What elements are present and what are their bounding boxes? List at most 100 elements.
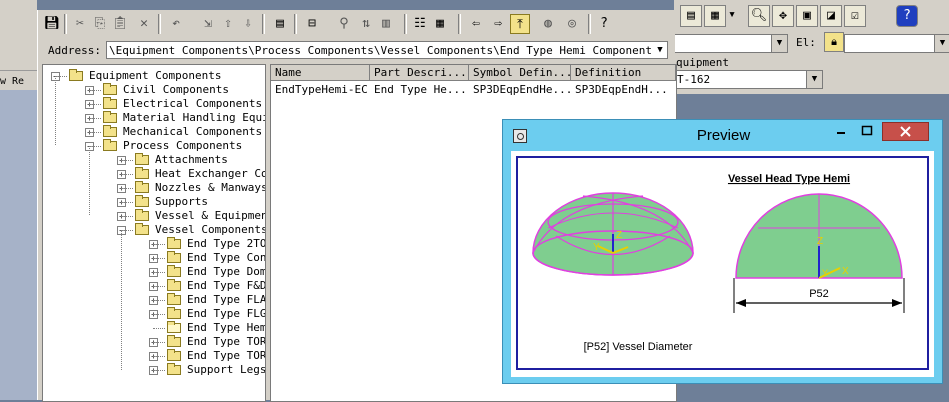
help-icon[interactable]: ? [896,5,918,27]
lock-icon[interactable]: 🔒︎ [824,32,844,52]
preview-caption: [P52] Vessel Diameter [584,341,693,353]
maximize-button[interactable] [854,122,880,141]
tree-item-label: Electrical Components [123,97,263,110]
import-icon[interactable]: ⇲ [198,14,218,34]
chevron-down-icon: ▼ [806,71,822,88]
tree-item-label: End Type FLA [187,293,266,306]
table-cell[interactable]: SP3DEqpEndHe... [469,83,571,97]
tree-connector [153,286,165,287]
folder-icon [167,265,181,277]
preview-frame: Z Y Vessel Head Type Hemi Z X Y P52 [P52… [516,156,929,370]
background-combo-2[interactable]: ▼ [844,34,949,53]
sort-icon[interactable]: ⇅ [356,14,376,34]
check-icon[interactable]: ☑ [844,5,866,27]
tree-connector [121,174,133,175]
background-toolbar-right: ▤ ▦ ▾ 🔍︎ ✥ ▣ ◪ ☑ ? [674,0,949,30]
column-header[interactable]: Part Descri... [370,65,469,81]
background-canvas-left [0,90,37,400]
tree-connector [121,230,122,370]
details-icon[interactable]: ☷ [410,14,430,34]
chevron-down-icon: ▼ [771,35,787,52]
zoom-icon[interactable]: 🔍︎ [748,5,770,27]
forward-icon[interactable]: ⇨ [488,14,508,34]
folder-icon [167,279,181,291]
column-header[interactable]: Definition [571,65,676,81]
folder-icon [135,167,149,179]
undo-icon[interactable]: ↶ [166,14,186,34]
table-cell[interactable]: SP3DEqpEndH... [571,83,676,97]
tree-connector [55,76,67,77]
folder-icon [135,153,149,165]
axis-x-label: X [842,266,849,277]
table-cell[interactable]: EndTypeHemi-EC [271,83,370,97]
column-header[interactable]: Symbol Defin... [469,65,571,81]
copy-range-icon[interactable]: ▤ [680,5,702,27]
address-bar: Address: \Equipment Components\Process C… [38,40,675,62]
view-icon[interactable]: ◪ [820,5,842,27]
up-folder-icon[interactable]: ⤒ [510,14,530,34]
tool2-icon[interactable]: ◎ [562,14,582,34]
folder-icon [103,83,117,95]
axis-y-label-iso: Y [593,242,600,253]
tree-connector [89,118,101,119]
close-icon [900,126,911,137]
el-label: El: [796,36,816,49]
tree-item-label: End Type F&D [187,279,266,292]
background-combo-1[interactable]: ▼ [674,34,788,53]
minimize-icon [837,132,845,134]
properties-icon[interactable]: ▤ [270,14,290,34]
isometric-dome: Z Y [532,192,694,276]
paste-icon[interactable]: 📋︎ [110,14,130,34]
tool1-icon[interactable]: ◍ [538,14,558,34]
tree-connector [153,300,165,301]
fit-icon[interactable]: ▣ [796,5,818,27]
dimension-label: P52 [809,288,829,300]
tree-item-label: Mechanical Components [123,125,263,138]
tree-item-label: End Type FLG [187,307,266,320]
delete-icon[interactable]: ✕ [134,14,154,34]
tree-connector [121,160,133,161]
tree-view-icon[interactable]: ⊟ [302,14,322,34]
copy-icon[interactable]: ⎘ [90,14,110,34]
folder-icon [135,181,149,193]
list-icon[interactable]: ▦ [430,14,450,34]
tree-connector [121,216,133,217]
tree-item-label: End Type Dom [187,265,266,278]
folder-icon [103,111,117,123]
preview-window: Preview Z Y Vessel Head Type Hemi Z X Y … [502,119,943,384]
minimize-button[interactable] [828,122,854,141]
table-cell[interactable]: End Type He... [370,83,469,97]
open-folder-icon [167,321,181,333]
elevation-dome: Z X Y [735,193,903,279]
catalog-tree[interactable]: − Equipment Components + Civil Components + E… [42,64,266,402]
back-icon[interactable]: ⇦ [466,14,486,34]
chevron-down-icon[interactable]: ▼ [653,42,667,58]
filter-icon[interactable]: ⚲ [334,14,354,34]
range-icon[interactable]: ▦ [704,5,726,27]
pan-icon[interactable]: ✥ [772,5,794,27]
cut-icon[interactable]: ✂ [70,14,90,34]
export2-icon[interactable]: ⇩ [238,14,258,34]
tree-item-label: Civil Components [123,83,229,96]
help-icon[interactable]: ? [594,14,614,34]
background-toolbar-left [0,0,37,71]
dropdown-arrow-icon[interactable]: ▾ [726,5,738,25]
tree-item-label: Equipment Components [89,69,222,82]
folder-icon [167,349,181,361]
preview-titlebar[interactable]: Preview [503,120,944,150]
preview-canvas: Z Y Vessel Head Type Hemi Z X Y P52 [P52… [511,151,934,377]
equipment-combo[interactable]: T-162 ▼ [674,70,823,89]
tree-connector [153,342,165,343]
folder-icon [135,223,149,235]
toolbar-separator [588,14,591,34]
tree-connector [55,76,56,145]
vessel-head-drawing: Z Y Vessel Head Type Hemi Z X Y P52 [P52… [532,173,905,353]
column-icon[interactable]: ▥ [376,14,396,34]
export-icon[interactable]: ⇧ [218,14,238,34]
close-button[interactable] [882,122,929,141]
tree-connector [153,370,165,371]
address-input[interactable]: \Equipment Components\Process Components… [106,41,668,59]
tree-connector [89,132,101,133]
save-icon[interactable]: 💾︎ [42,14,62,34]
column-header[interactable]: Name [271,65,370,81]
